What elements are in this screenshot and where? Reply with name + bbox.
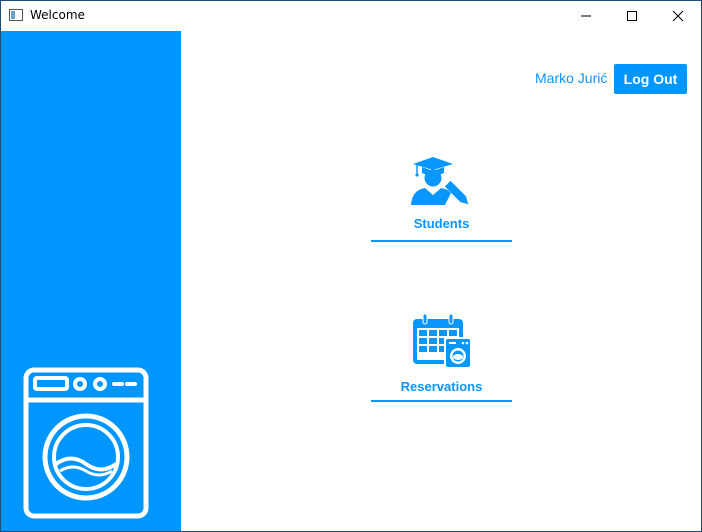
maximize-icon (627, 11, 637, 21)
logout-button[interactable]: Log Out (614, 64, 687, 94)
maximize-button[interactable] (609, 1, 655, 31)
reservations-tile[interactable]: Reservations (371, 313, 512, 403)
app-icon (9, 9, 23, 21)
main-content: Marko Jurić Log Out Students Reservation… (181, 31, 701, 531)
app-window: Welcome Marko Jurić Log Out Students Res… (0, 0, 702, 532)
reservations-underline (371, 400, 512, 402)
students-underline (371, 240, 512, 242)
washing-machine-icon (23, 367, 149, 519)
close-icon (672, 10, 684, 22)
sidebar (1, 31, 181, 531)
window-title: Welcome (30, 8, 85, 22)
minimize-button[interactable] (563, 1, 609, 31)
title-bar[interactable]: Welcome (1, 1, 701, 31)
calendar-washer-icon (412, 313, 472, 369)
student-icon (410, 157, 468, 205)
reservations-label: Reservations (400, 379, 483, 394)
minimize-icon (581, 15, 591, 17)
user-name: Marko Jurić (535, 70, 608, 86)
students-tile[interactable]: Students (371, 157, 512, 243)
students-label: Students (413, 216, 470, 231)
close-button[interactable] (655, 1, 701, 31)
